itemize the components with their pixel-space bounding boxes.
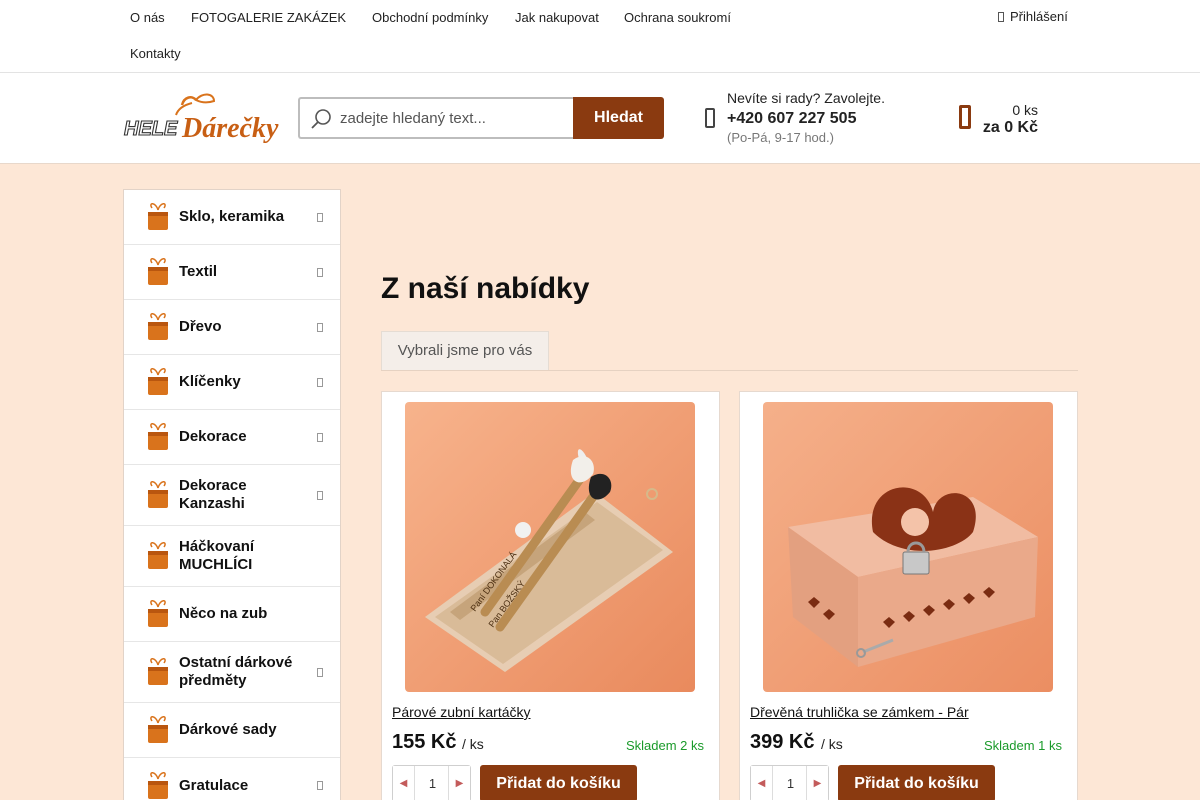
- search-box: [298, 97, 574, 139]
- search-input[interactable]: [340, 106, 568, 130]
- category-item-gift-sets[interactable]: Dárkové sady: [124, 703, 340, 758]
- product-name-link[interactable]: Párové zubní kartáčky: [392, 704, 531, 720]
- contact-question: Nevíte si rady? Zavolejte.: [727, 90, 885, 106]
- category-item-muchlici[interactable]: Háčkovaní MUCHLÍCI: [124, 526, 340, 587]
- nav-link-gallery[interactable]: FOTOGALERIE ZAKÁZEK: [191, 10, 346, 25]
- quantity-stepper: ◀ ▶: [392, 765, 471, 800]
- category-label: Dárkové sady: [179, 721, 277, 738]
- category-label: Klíčenky: [179, 373, 241, 390]
- add-to-cart-button[interactable]: Přidat do košíku: [480, 765, 637, 800]
- gift-icon: [148, 313, 168, 340]
- tab-recommended[interactable]: Vybrali jsme pro vás: [381, 331, 549, 371]
- phone-icon: [705, 108, 715, 128]
- category-item-other-gifts[interactable]: Ostatní dárkové předměty: [124, 642, 340, 703]
- category-label: Dekorace: [179, 428, 247, 445]
- gift-icon: [148, 423, 168, 450]
- gift-icon: [148, 542, 168, 569]
- product-card: Dřevěná truhlička se zámkem - Pár 399 Kč…: [739, 391, 1078, 800]
- category-label: Dřevo: [179, 318, 222, 335]
- svg-text:Dárečky: Dárečky: [181, 113, 279, 144]
- gift-icon: [148, 771, 168, 799]
- site-logo[interactable]: HELE Dárečky: [122, 91, 284, 145]
- svg-text:HELE: HELE: [124, 118, 178, 140]
- search-icon: [311, 109, 331, 129]
- login-link[interactable]: Přihlášení: [998, 9, 1068, 24]
- quantity-input[interactable]: [774, 766, 807, 800]
- nav-link-how-to-buy[interactable]: Jak nakupovat: [515, 10, 599, 25]
- gift-icon: [148, 258, 168, 285]
- chevron-right-icon: [317, 667, 323, 677]
- chevron-right-icon: [317, 377, 323, 387]
- gift-icon: [148, 203, 168, 230]
- contact-hours: (Po-Pá, 9-17 hod.): [727, 130, 834, 145]
- category-item-glass-ceramics[interactable]: Sklo, keramika: [124, 190, 340, 245]
- tab-divider: [381, 370, 1078, 371]
- top-navigation: O nás FOTOGALERIE ZAKÁZEK Obchodní podmí…: [0, 0, 1200, 73]
- site-header: HELE Dárečky Hledat Nevíte si rady? Zavo…: [0, 73, 1200, 164]
- nav-link-contacts[interactable]: Kontakty: [130, 46, 181, 61]
- stock-status: Skladem 2 ks: [625, 738, 704, 753]
- stock-status: Skladem 1 ks: [983, 738, 1062, 753]
- gift-icon: [148, 481, 168, 508]
- quantity-stepper: ◀ ▶: [750, 765, 829, 800]
- contact-phone[interactable]: +420 607 227 505: [727, 110, 856, 128]
- page-title: Z naší nabídky: [381, 272, 590, 305]
- product-image[interactable]: Paní DOKONALÁ Pan BOŽSKÝ: [405, 402, 695, 692]
- category-item-decorations[interactable]: Dekorace: [124, 410, 340, 465]
- category-item-greetings[interactable]: Gratulace: [124, 758, 340, 800]
- category-label: Textil: [179, 263, 218, 280]
- add-to-cart-button[interactable]: Přidat do košíku: [838, 765, 995, 800]
- chevron-right-icon: [317, 212, 323, 222]
- cart-total[interactable]: za 0 Kč: [960, 119, 1038, 137]
- category-item-wood[interactable]: Dřevo: [124, 300, 340, 355]
- product-price: 155 Kč: [392, 731, 457, 753]
- gift-icon: [148, 368, 168, 395]
- gift-icon: [148, 600, 168, 627]
- chevron-right-icon: [317, 490, 323, 500]
- product-card: Paní DOKONALÁ Pan BOŽSKÝ Párové zubní ka…: [381, 391, 720, 800]
- quantity-input[interactable]: [416, 766, 449, 800]
- category-sidebar: Sklo, keramika Textil Dřevo Klíčenky Dek…: [123, 189, 341, 800]
- category-item-kanzashi[interactable]: Dekorace Kanzashi: [124, 465, 340, 526]
- gift-icon: [148, 716, 168, 743]
- chevron-right-icon: [317, 781, 323, 790]
- decrease-quantity-button[interactable]: ◀: [751, 766, 773, 800]
- category-label: Něco na zub: [179, 605, 268, 622]
- product-price: 399 Kč: [750, 731, 815, 753]
- cart-count[interactable]: 0 ks: [980, 102, 1038, 118]
- category-item-textile[interactable]: Textil: [124, 245, 340, 300]
- chevron-right-icon: [317, 432, 323, 442]
- search-button[interactable]: Hledat: [573, 97, 664, 139]
- category-item-food[interactable]: Něco na zub: [124, 587, 340, 642]
- decrease-quantity-button[interactable]: ◀: [393, 766, 415, 800]
- category-label: Sklo, keramika: [179, 208, 285, 225]
- user-icon: [998, 12, 1004, 22]
- product-unit: / ks: [462, 736, 484, 752]
- category-label: Gratulace: [179, 776, 249, 794]
- nav-link-terms[interactable]: Obchodní podmínky: [372, 10, 488, 25]
- login-label: Přihlášení: [1010, 9, 1068, 24]
- increase-quantity-button[interactable]: ▶: [448, 766, 470, 800]
- category-label: Ostatní dárkové předměty: [179, 654, 293, 689]
- product-image[interactable]: [763, 402, 1053, 692]
- chevron-right-icon: [317, 267, 323, 277]
- nav-link-about[interactable]: O nás: [130, 10, 165, 25]
- gift-icon: [148, 658, 168, 685]
- chevron-right-icon: [317, 322, 323, 332]
- increase-quantity-button[interactable]: ▶: [806, 766, 828, 800]
- product-unit: / ks: [821, 736, 843, 752]
- category-label: Háčkovaní MUCHLÍCI: [179, 538, 255, 573]
- category-item-keychains[interactable]: Klíčenky: [124, 355, 340, 410]
- nav-link-privacy[interactable]: Ochrana soukromí: [624, 10, 731, 25]
- category-label: Dekorace Kanzashi: [179, 477, 247, 512]
- product-name-link[interactable]: Dřevěná truhlička se zámkem - Pár: [750, 704, 969, 720]
